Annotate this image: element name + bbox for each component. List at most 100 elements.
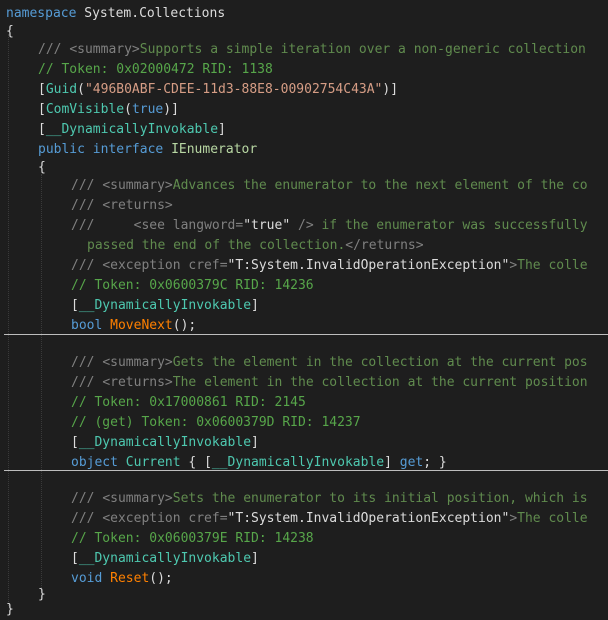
attribute-name: __DynamicallyInvokable [45, 122, 219, 137]
doc-text: The colle [517, 511, 588, 526]
doc-prefix: /// [71, 198, 103, 213]
doc-text: if the enumerator was successfully [313, 218, 588, 233]
doc-text: Supports a simple iteration over a non-g… [139, 42, 586, 57]
doc-prefix: /// [71, 218, 134, 233]
code-editor[interactable]: namespace System.Collections { /// <summ… [0, 0, 608, 619]
doc-text: Sets the enumerator to its initial posit… [172, 491, 588, 506]
token-comment: // Token: 0x17000861 RID: 2145 [71, 395, 306, 410]
code-line: // Token: 0x0600379E RID: 14238 [71, 529, 608, 549]
property-type: object [71, 455, 118, 470]
code-line: bool MoveNext(); [71, 316, 608, 336]
get-keyword: get [399, 455, 424, 470]
attribute-name: __DynamicallyInvokable [211, 455, 385, 470]
code-line: public interface IEnumerator [38, 140, 608, 160]
code-line: /// <summary>Sets the enumerator to its … [71, 489, 608, 509]
interface-name: IEnumerator [171, 142, 258, 157]
doc-tag: <returns> [102, 375, 173, 390]
doc-text: The colle [517, 258, 588, 273]
doc-prefix: /// [71, 258, 103, 273]
doc-tag: <summary> [102, 178, 173, 193]
code-line: [ComVisible(true)] [38, 102, 179, 117]
doc-tag: <summary> [102, 491, 173, 506]
token-comment: // Token: 0x0600379C RID: 14236 [71, 278, 314, 293]
method-tail: (); [172, 318, 197, 333]
attribute-name: ComVisible [45, 102, 125, 117]
attribute-name: __DynamicallyInvokable [78, 298, 252, 313]
doc-tag: /> [290, 218, 314, 233]
code-line: namespace System.Collections [6, 4, 608, 24]
doc-text: Advances the enumerator to the next elem… [172, 178, 588, 193]
attribute-name: __DynamicallyInvokable [78, 551, 252, 566]
code-line: [__DynamicallyInvokable] [71, 551, 259, 566]
brace: } [6, 602, 14, 617]
bool-literal: true [131, 102, 164, 117]
string-literal: "496B0ABF-CDEE-11d3-88E8-00902754C43A" [84, 82, 383, 97]
code-line: /// <exception cref="T:System.InvalidOpe… [71, 509, 608, 529]
code-line: /// <see langword="true" /> if the enume… [71, 216, 608, 236]
doc-value: "T:System.InvalidOperationException" [227, 511, 510, 526]
indent-guide [8, 34, 9, 606]
property-end: ; } [423, 455, 447, 470]
interface-keyword: interface [92, 142, 164, 157]
doc-value: "true" [243, 218, 291, 233]
doc-prefix: /// [71, 511, 103, 526]
doc-tag: <see langword= [133, 218, 244, 233]
namespace-keyword: namespace [6, 6, 77, 21]
method-name[interactable]: MoveNext [110, 318, 173, 333]
doc-prefix: /// [71, 178, 103, 193]
doc-tag: </returns> [345, 238, 424, 253]
doc-tag: <returns> [102, 198, 173, 213]
property-open: { [ [180, 455, 212, 470]
method-name[interactable]: Reset [110, 571, 149, 586]
token-comment: // Token: 0x02000472 RID: 1138 [38, 62, 273, 77]
return-type: bool [71, 318, 103, 333]
doc-value: "T:System.InvalidOperationException" [227, 258, 510, 273]
brace: { [38, 160, 46, 175]
doc-tag: <summary> [69, 42, 140, 57]
property-close: ] [384, 455, 400, 470]
code-line: /// <summary>Gets the element in the col… [71, 353, 608, 373]
doc-tag: > [509, 258, 518, 273]
doc-prefix: /// [71, 375, 103, 390]
doc-prefix: /// [71, 355, 103, 370]
code-line: [Guid("496B0ABF-CDEE-11d3-88E8-00902754C… [38, 82, 399, 97]
doc-text: passed the end of the collection. [87, 238, 346, 253]
method-tail: (); [149, 571, 173, 586]
code-line: { [38, 158, 608, 178]
code-line: // Token: 0x17000861 RID: 2145 [71, 393, 608, 413]
token-comment: // (get) Token: 0x0600379D RID: 14237 [71, 415, 361, 430]
code-line: } [6, 600, 608, 620]
attribute-name: Guid [45, 82, 78, 97]
code-line: // (get) Token: 0x0600379D RID: 14237 [71, 413, 608, 433]
code-line: /// <summary>Supports a simple iteration… [38, 40, 608, 60]
doc-tag: > [509, 511, 518, 526]
doc-prefix: /// [71, 491, 103, 506]
property-name[interactable]: Current [126, 455, 181, 470]
return-type: void [71, 571, 103, 586]
doc-tag: <summary> [102, 355, 173, 370]
public-keyword: public [38, 142, 85, 157]
token-comment: // Token: 0x0600379E RID: 14238 [71, 531, 314, 546]
doc-text: The element in the collection at the cur… [172, 375, 588, 390]
brace: { [6, 24, 14, 39]
doc-prefix: /// [38, 42, 70, 57]
code-line: [__DynamicallyInvokable] [71, 298, 259, 313]
code-line: passed the end of the collection.</retur… [87, 236, 608, 256]
code-line: /// <summary>Advances the enumerator to … [71, 176, 608, 196]
member-separator [4, 334, 608, 335]
code-line: [__DynamicallyInvokable] [71, 435, 259, 450]
attribute-name: __DynamicallyInvokable [78, 435, 252, 450]
code-line: /// <exception cref="T:System.InvalidOpe… [71, 256, 608, 276]
doc-tag: <exception cref= [102, 258, 228, 273]
member-separator [4, 470, 608, 471]
doc-text: Gets the element in the collection at th… [172, 355, 588, 370]
indent-guide [41, 174, 42, 588]
namespace-name: System.Collections [84, 6, 226, 21]
code-line: [__DynamicallyInvokable] [38, 122, 226, 137]
code-line: /// <returns>The element in the collecti… [71, 373, 608, 393]
code-line: // Token: 0x02000472 RID: 1138 [38, 60, 608, 80]
code-line: // Token: 0x0600379C RID: 14236 [71, 276, 608, 296]
doc-tag: <exception cref= [102, 511, 228, 526]
code-line: { [6, 22, 608, 42]
code-line: /// <returns> [71, 196, 608, 216]
